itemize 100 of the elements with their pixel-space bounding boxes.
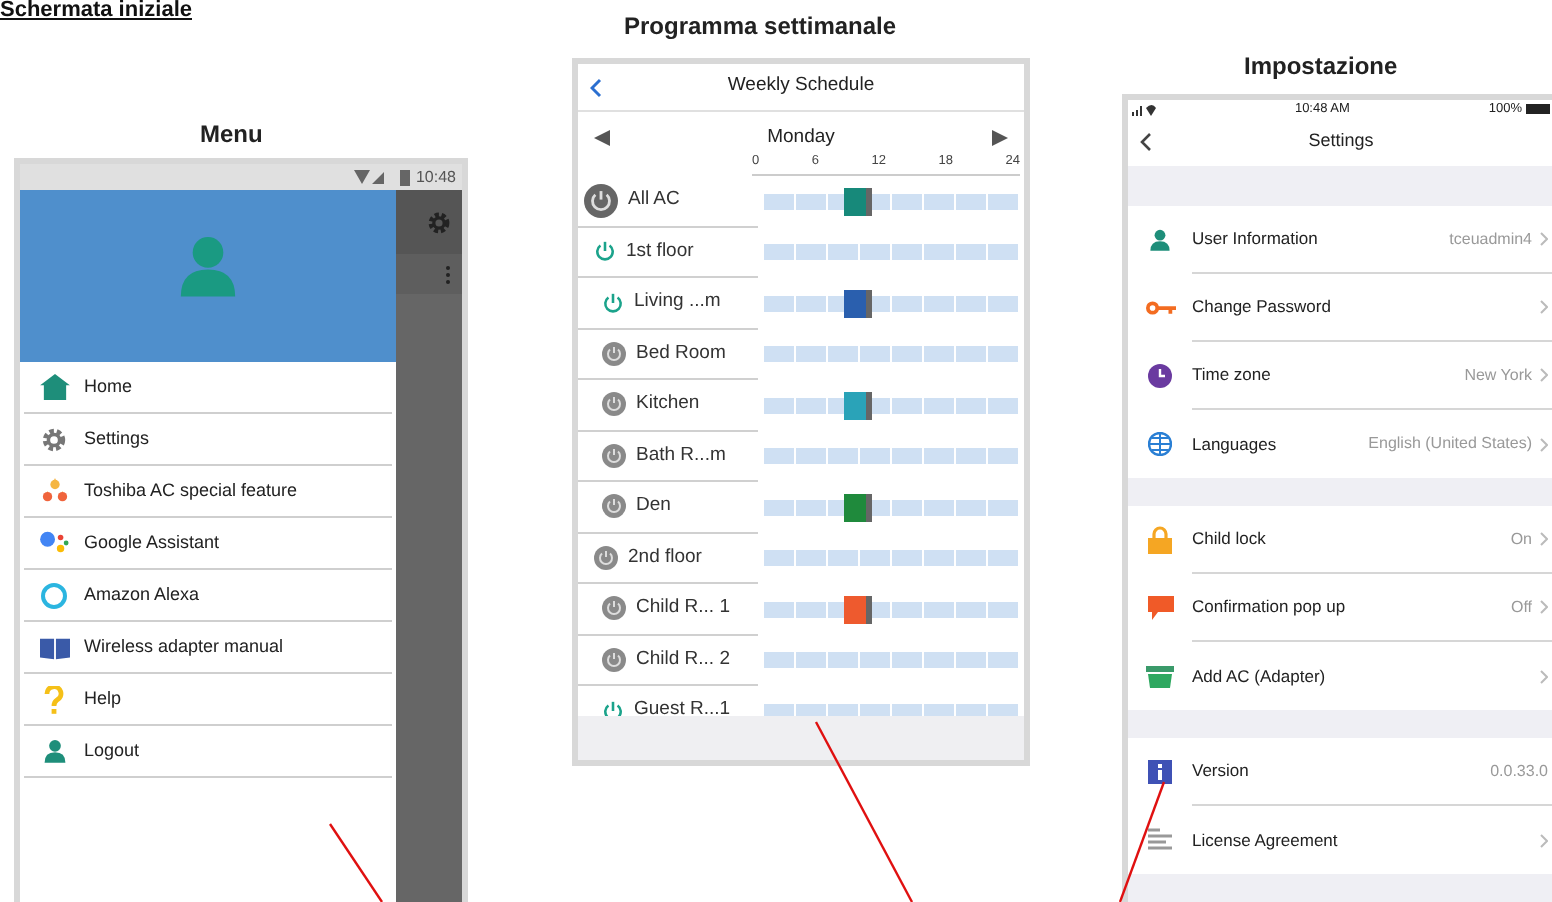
screen-title: Weekly Schedule bbox=[727, 72, 875, 101]
settings-row[interactable]: Time zone New York bbox=[1128, 342, 1552, 410]
menu-item[interactable]: Toshiba AC special feature bbox=[24, 466, 392, 518]
power-button-icon[interactable] bbox=[602, 341, 626, 366]
power-button-icon[interactable] bbox=[602, 443, 626, 468]
room-label: Child R... 1 bbox=[636, 594, 730, 623]
timeline-segment bbox=[924, 193, 954, 210]
setting-value: 0.0.33.0 bbox=[1490, 759, 1548, 783]
settings-row[interactable]: Version 0.0.33.0 bbox=[1128, 738, 1552, 806]
settings-row[interactable]: User Information tceuadmin4 bbox=[1128, 206, 1552, 274]
setting-value: On bbox=[1510, 527, 1532, 551]
timeline-segment bbox=[764, 601, 794, 618]
timeline-segment bbox=[764, 295, 794, 312]
timeline-segment bbox=[924, 244, 954, 261]
screen-title: Settings bbox=[1308, 128, 1374, 155]
timeline-segment bbox=[956, 601, 986, 618]
document-lines-icon bbox=[1148, 828, 1172, 852]
battery-icon bbox=[399, 169, 410, 185]
timeline-segment bbox=[956, 550, 986, 567]
timeline-segment bbox=[860, 448, 890, 465]
room-label: Child R... 2 bbox=[636, 645, 730, 674]
menu-item[interactable]: Google Assistant bbox=[24, 518, 392, 570]
house-icon bbox=[39, 374, 69, 400]
next-icon[interactable] bbox=[992, 130, 1008, 147]
schedule-block[interactable] bbox=[844, 187, 872, 216]
setting-value: tceuadmin4 bbox=[1449, 227, 1532, 251]
timeline-segment bbox=[796, 295, 826, 312]
page-heading: Schermata iniziale bbox=[0, 0, 194, 22]
stars-icon bbox=[39, 477, 69, 505]
timeline-segment bbox=[924, 346, 954, 363]
setting-value: New York bbox=[1464, 363, 1532, 387]
power-icon[interactable] bbox=[594, 240, 616, 263]
menu-item[interactable]: Settings bbox=[24, 414, 392, 466]
room-label: Kitchen bbox=[636, 390, 700, 419]
battery-icon bbox=[1526, 104, 1550, 114]
menu-item[interactable]: Wireless adapter manual bbox=[24, 622, 392, 674]
back-icon[interactable] bbox=[590, 77, 602, 97]
setting-value: English (United States) bbox=[1368, 432, 1532, 456]
settings-row[interactable]: Change Password bbox=[1128, 274, 1552, 342]
power-button-icon[interactable] bbox=[602, 596, 626, 621]
menu-item[interactable]: Logout bbox=[24, 726, 392, 778]
menu-item[interactable]: Help bbox=[24, 674, 392, 726]
settings-row[interactable]: License Agreement bbox=[1128, 806, 1552, 874]
adapter-icon bbox=[1146, 665, 1174, 687]
power-button-icon[interactable] bbox=[602, 647, 626, 672]
timeline-segment bbox=[924, 652, 954, 669]
timeline-segment bbox=[828, 652, 858, 669]
schedule-block[interactable] bbox=[844, 493, 872, 522]
screen-caption: Impostazione bbox=[1244, 50, 1400, 84]
timeline-segment bbox=[892, 295, 922, 312]
timeline-segment bbox=[892, 193, 922, 210]
timeline-segment bbox=[892, 601, 922, 618]
timeline-segment bbox=[988, 346, 1018, 363]
timeline-segment bbox=[764, 550, 794, 567]
previous-icon[interactable] bbox=[594, 130, 610, 147]
timeline-segment bbox=[988, 244, 1018, 261]
timeline-segment bbox=[828, 550, 858, 567]
person-icon bbox=[41, 738, 67, 764]
timeline-segment bbox=[892, 244, 922, 261]
info-icon bbox=[1148, 760, 1172, 784]
schedule-block[interactable] bbox=[844, 289, 872, 318]
menu-item[interactable]: Home bbox=[24, 362, 392, 414]
settings-row[interactable]: Languages English (United States) bbox=[1128, 410, 1552, 478]
back-icon[interactable] bbox=[1140, 132, 1152, 152]
schedule-block[interactable] bbox=[844, 595, 872, 624]
room-label: Living ...m bbox=[634, 288, 721, 317]
assistant-dots-icon bbox=[39, 530, 69, 556]
settings-icon bbox=[426, 209, 452, 235]
power-button-icon[interactable] bbox=[594, 545, 618, 570]
settings-row[interactable]: Child lock On bbox=[1128, 506, 1552, 574]
schedule-block[interactable] bbox=[844, 391, 872, 420]
power-icon[interactable] bbox=[602, 699, 624, 716]
ring-icon bbox=[40, 581, 68, 609]
menu-item[interactable]: Amazon Alexa bbox=[24, 570, 392, 622]
timeline-segment bbox=[796, 652, 826, 669]
timeline-segment bbox=[796, 550, 826, 567]
timeline-segment bbox=[924, 550, 954, 567]
timeline-segment bbox=[764, 244, 794, 261]
book-icon bbox=[39, 635, 69, 659]
room-label: Den bbox=[636, 492, 671, 521]
timeline-segment bbox=[924, 499, 954, 516]
power-button-icon[interactable] bbox=[602, 494, 626, 519]
timeline-segment bbox=[796, 448, 826, 465]
timeline-segment bbox=[796, 346, 826, 363]
power-button-icon[interactable] bbox=[602, 392, 626, 417]
timeline-segment bbox=[956, 499, 986, 516]
power-button-icon[interactable] bbox=[584, 183, 618, 218]
timeline-segment bbox=[796, 601, 826, 618]
room-label: Guest R...1 bbox=[634, 696, 731, 716]
settings-row[interactable]: Confirmation pop up Off bbox=[1128, 574, 1552, 642]
timeline-segment bbox=[860, 346, 890, 363]
leader-line bbox=[1118, 781, 1166, 902]
room-label: 1st floor bbox=[626, 237, 694, 266]
power-icon[interactable] bbox=[602, 291, 624, 314]
timeline-segment bbox=[828, 448, 858, 465]
timeline-segment bbox=[892, 652, 922, 669]
timeline-segment bbox=[924, 448, 954, 465]
room-label: All AC bbox=[628, 186, 680, 215]
settings-row[interactable]: Add AC (Adapter) bbox=[1128, 642, 1552, 710]
timeline-segment bbox=[764, 448, 794, 465]
